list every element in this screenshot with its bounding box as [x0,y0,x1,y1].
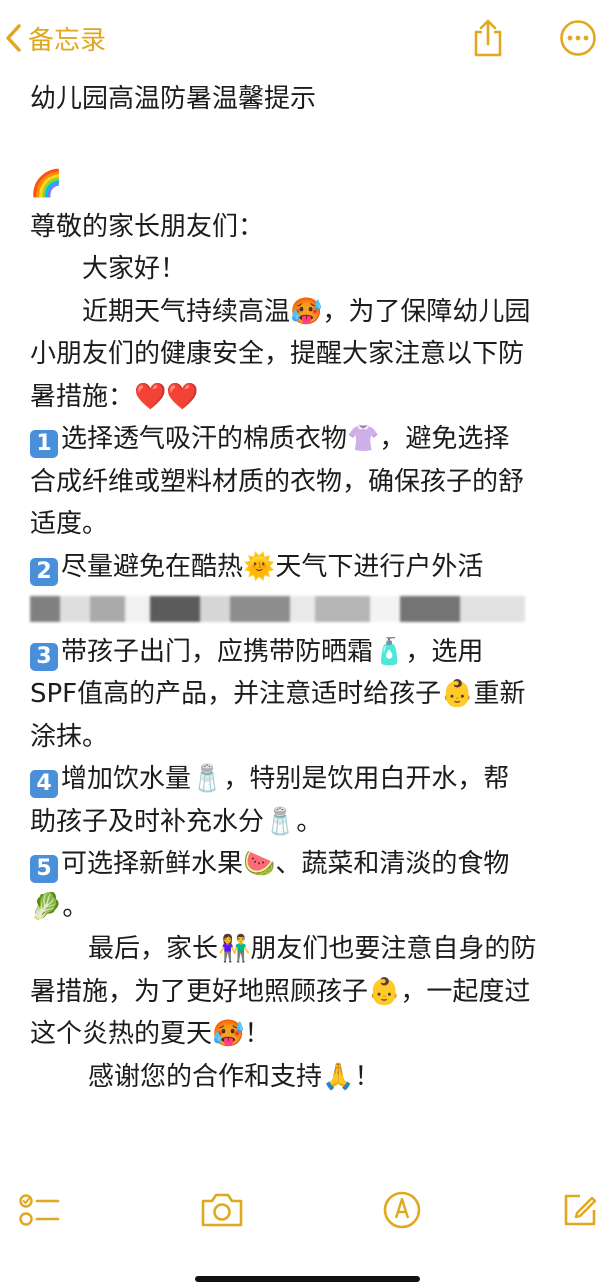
hot-face-icon: 🥵 [212,1019,245,1049]
bottom-toolbar [0,1180,600,1240]
note-title: 幼儿园高温防暑温馨提示 [30,84,317,114]
text: 感谢您的合作和支持 [88,1061,323,1092]
tip-4-line-2: 助孩子及时补充水分🧂。 [30,801,580,844]
tip-5-line-1: 5 可选择新鲜水果🍉、蔬菜和清淡的食物 [30,843,580,886]
markup-icon [383,1191,421,1229]
back-label: 备忘录 [28,25,107,56]
tip-3-line-3: 涂抹。 [30,721,109,752]
text: 选择透气吸汗的棉质衣物 [61,424,348,454]
text: ，一起度过 [400,976,531,1007]
back-button[interactable]: 备忘录 [4,18,106,58]
note-body[interactable]: 幼儿园高温防暑温馨提示 🌈 尊敬的家长朋友们： 大家好！ 近期天气持续高温🥵，为… [30,78,580,1098]
text: ，选用 [405,636,484,667]
text: 助孩子及时补充水分 [30,806,265,837]
text: ！ [244,1019,271,1049]
bottle-icon: 🧂 [264,806,297,837]
text: 暑措施，为了更好地照顾孩子 [30,976,369,1007]
pray-icon: 🙏 [322,1061,355,1092]
watermelon-icon: 🍉 [243,849,276,879]
compose-icon [564,1194,597,1226]
keycap-3-icon: 3 [30,642,58,671]
intro-line-1: 近期天气持续高温🥵，为了保障幼儿园 [30,291,580,334]
closing-line-2: 暑措施，为了更好地照顾孩子👶，一起度过 [30,971,580,1014]
baby-icon: 👶 [441,679,474,709]
nav-bar: 备忘录 [0,0,600,80]
intro-line-2: 小朋友们的健康安全，提醒大家注意以下防 [30,339,525,369]
text: 。 [62,891,89,922]
compose-button[interactable] [556,1186,600,1234]
tip-3-line-2: SPF值高的产品，并注意适时给孩子👶重新 [30,673,580,716]
text: 朋友们也要注意自身的防 [250,934,537,964]
closing-line-1: 最后，家长👫朋友们也要注意自身的防 [30,928,580,971]
text: ，特别是饮用白开水，帮 [223,764,510,794]
greeting: 尊敬的家长朋友们： [30,211,265,242]
keycap-1-icon: 1 [30,430,58,458]
tip-2-line-1: 2 尽量避免在酷热🌞天气下进行户外活 [30,546,580,589]
markup-button[interactable] [378,1186,426,1234]
hearts-icon: ❤️❤️ [134,381,199,412]
text: SPF值高的产品，并注意适时给孩子 [30,679,442,709]
home-indicator[interactable] [195,1276,420,1282]
couple-icon: 👫 [218,934,251,964]
hello: 大家好！ [82,254,187,284]
more-button[interactable] [556,16,600,60]
text: ！ [354,1061,381,1092]
text: 增加饮水量 [61,764,192,794]
text: 近期天气持续高温 [82,296,291,327]
camera-icon [201,1193,243,1227]
text: 尽量避免在酷热 [61,551,244,582]
keycap-4-icon: 4 [30,770,58,798]
share-icon [474,19,502,57]
keycap-2-icon: 2 [30,557,58,586]
tip-1-line-2: 合成纤维或塑料材质的衣物，确保孩子的舒 [30,466,525,497]
thanks-line: 感谢您的合作和支持🙏！ [30,1056,580,1099]
keycap-5-icon: 5 [30,855,58,883]
redacted-text [30,596,525,622]
more-icon [560,20,596,56]
tip-1-line-3: 适度。 [30,509,109,539]
leafy-green-icon: 🥬 [30,891,63,922]
blouse-icon: 👚 [347,424,380,454]
rainbow-icon: 🌈 [30,169,63,199]
tip-5-line-2: 🥬。 [30,886,580,929]
checklist-button[interactable] [16,1186,64,1234]
rainbow-line: 🌈 [30,163,580,206]
text: 暑措施： [30,381,135,412]
text: 带孩子出门，应携带防晒霜 [61,636,374,667]
tip-1-line-1: 1 选择透气吸汗的棉质衣物👚，避免选择 [30,418,580,461]
checklist-icon [19,1194,60,1226]
tip-4-line-1: 4 增加饮水量🧂，特别是饮用白开水，帮 [30,758,580,801]
tip-3-line-1: 3 带孩子出门，应携带防晒霜🧴，选用 [30,631,580,674]
lotion-icon: 🧴 [373,636,406,667]
text: 。 [296,806,323,837]
chevron-left-icon [6,24,21,52]
text: 天气下进行户外活 [275,551,484,582]
text: ，为了保障幼儿园 [322,296,531,327]
text: 重新 [473,679,526,709]
intro-line-3: 暑措施：❤️❤️ [30,376,580,419]
bottle-icon: 🧂 [191,764,224,794]
text: 可选择新鲜水果 [61,849,244,879]
baby-icon: 👶 [368,976,401,1007]
share-button[interactable] [466,16,510,60]
hot-face-icon: 🥵 [290,296,323,327]
sun-icon: 🌞 [243,551,276,582]
text: 、蔬菜和清淡的食物 [275,849,510,879]
text: 最后，家长 [88,934,219,964]
camera-button[interactable] [198,1186,246,1234]
text: 这个炎热的夏天 [30,1019,213,1049]
text: ，避免选择 [379,424,510,454]
closing-line-3: 这个炎热的夏天🥵！ [30,1013,580,1056]
